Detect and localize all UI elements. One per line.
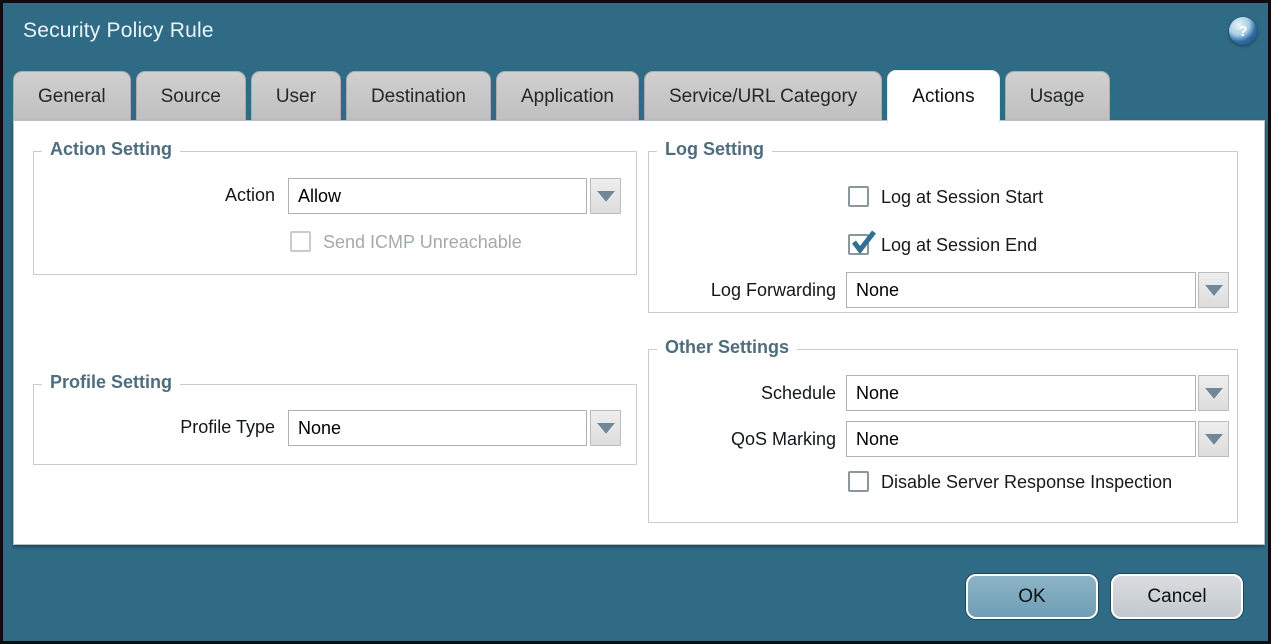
checkmark-icon xyxy=(850,229,877,256)
log-at-session-start-label: Log at Session Start xyxy=(881,187,1043,208)
action-select[interactable]: Allow xyxy=(288,178,587,214)
log-at-session-end-checkbox[interactable] xyxy=(848,234,869,255)
schedule-select-value: None xyxy=(856,383,899,404)
disable-server-response-inspection-checkbox[interactable] xyxy=(848,471,869,492)
log-forwarding-select-value: None xyxy=(856,280,899,301)
schedule-select[interactable]: None xyxy=(846,375,1196,411)
profile-type-dropdown-button[interactable] xyxy=(590,410,621,446)
disable-server-response-inspection-label: Disable Server Response Inspection xyxy=(881,472,1172,493)
send-icmp-unreachable-checkbox xyxy=(290,231,311,252)
log-at-session-end-label: Log at Session End xyxy=(881,235,1037,256)
other-settings-legend: Other Settings xyxy=(657,337,797,358)
chevron-down-icon xyxy=(1205,388,1223,399)
tab-label: User xyxy=(276,86,316,108)
tab-destination[interactable]: Destination xyxy=(346,71,491,121)
cancel-button-label: Cancel xyxy=(1147,586,1206,608)
qos-marking-label: QoS Marking xyxy=(658,429,836,450)
log-forwarding-dropdown-button[interactable] xyxy=(1198,272,1229,308)
ok-button-label: OK xyxy=(1018,586,1045,608)
tab-label: Source xyxy=(161,86,221,108)
tab-label: General xyxy=(38,86,106,108)
ok-button[interactable]: OK xyxy=(966,574,1098,619)
tab-general[interactable]: General xyxy=(13,71,131,121)
qos-marking-select[interactable]: None xyxy=(846,421,1196,457)
chevron-down-icon xyxy=(597,423,615,434)
log-forwarding-select[interactable]: None xyxy=(846,272,1196,308)
tab-label: Application xyxy=(521,86,614,108)
action-setting-legend: Action Setting xyxy=(42,139,180,160)
tab-service-url-category[interactable]: Service/URL Category xyxy=(644,71,882,121)
schedule-label: Schedule xyxy=(658,383,836,404)
tab-label: Destination xyxy=(371,86,466,108)
qos-marking-dropdown-button[interactable] xyxy=(1198,421,1229,457)
tab-actions[interactable]: Actions xyxy=(887,70,999,123)
profile-setting-legend: Profile Setting xyxy=(42,372,180,393)
tab-application[interactable]: Application xyxy=(496,71,639,121)
send-icmp-unreachable-label: Send ICMP Unreachable xyxy=(323,232,522,253)
tab-label: Actions xyxy=(912,86,974,108)
chevron-down-icon xyxy=(1205,285,1223,296)
dialog-title: Security Policy Rule xyxy=(23,19,214,43)
log-forwarding-label: Log Forwarding xyxy=(658,280,836,301)
action-label: Action xyxy=(123,185,275,206)
tab-strip: General Source User Destination Applicat… xyxy=(13,69,1110,121)
profile-type-label: Profile Type xyxy=(103,417,275,438)
action-select-dropdown-button[interactable] xyxy=(590,178,621,214)
log-setting-legend: Log Setting xyxy=(657,139,772,160)
profile-type-select[interactable]: None xyxy=(288,410,587,446)
chevron-down-icon xyxy=(597,191,615,202)
action-select-value: Allow xyxy=(298,186,341,207)
tab-label: Usage xyxy=(1030,86,1085,108)
security-policy-rule-dialog: Security Policy Rule ? General Source Us… xyxy=(0,0,1271,644)
tab-label: Service/URL Category xyxy=(669,86,857,108)
chevron-down-icon xyxy=(1205,434,1223,445)
help-icon-glyph: ? xyxy=(1238,23,1247,40)
qos-marking-select-value: None xyxy=(856,429,899,450)
profile-type-select-value: None xyxy=(298,418,341,439)
tab-usage[interactable]: Usage xyxy=(1005,71,1110,121)
schedule-dropdown-button[interactable] xyxy=(1198,375,1229,411)
cancel-button[interactable]: Cancel xyxy=(1111,574,1243,619)
tab-source[interactable]: Source xyxy=(136,71,246,121)
help-icon[interactable]: ? xyxy=(1229,17,1257,45)
tab-user[interactable]: User xyxy=(251,71,341,121)
log-at-session-start-checkbox[interactable] xyxy=(848,186,869,207)
